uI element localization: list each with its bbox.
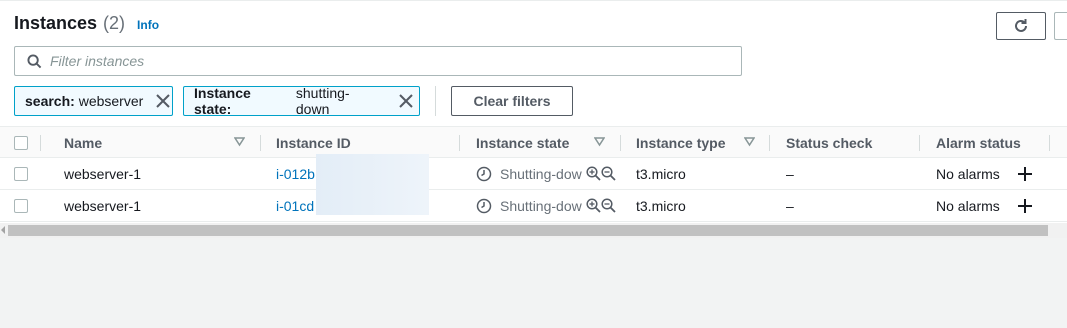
- scroll-left-arrow-icon[interactable]: [1, 226, 5, 234]
- search-input[interactable]: [50, 53, 730, 69]
- select-all-checkbox[interactable]: [14, 135, 28, 150]
- instance-count: (2): [103, 13, 126, 33]
- table-row[interactable]: webserver-1 i-012b Shutting-dow t3.micro…: [0, 158, 1067, 190]
- instances-table: Name Instance ID Instance state Instance…: [0, 126, 1067, 222]
- info-link[interactable]: Info: [137, 18, 159, 32]
- alarm-status: No alarms: [936, 197, 1000, 214]
- column-divider: [919, 135, 920, 151]
- filter-token-instance-state: Instance state: shutting-down: [183, 85, 420, 117]
- column-divider: [769, 135, 770, 151]
- column-header-name[interactable]: Name: [64, 127, 102, 158]
- zoom-out-icon[interactable]: [601, 198, 616, 213]
- instance-state-text: Shutting-dow: [500, 197, 582, 214]
- add-alarm-button[interactable]: [1017, 190, 1033, 221]
- refresh-icon: [1015, 19, 1027, 32]
- search-icon: [27, 53, 42, 68]
- filter-token-value: shutting-down: [295, 85, 350, 117]
- table-row[interactable]: webserver-1 i-01cd Shutting-dow t3.micro…: [0, 190, 1067, 222]
- clock-icon: [476, 166, 492, 181]
- alarm-status: No alarms: [936, 165, 1000, 182]
- row-checkbox[interactable]: [14, 198, 28, 213]
- status-check: –: [786, 165, 794, 182]
- status-check: –: [786, 197, 794, 214]
- sort-caret-icon[interactable]: [234, 136, 245, 147]
- column-header-instance-type[interactable]: Instance type: [636, 127, 725, 158]
- redacted-instance-id-overlay: [316, 154, 429, 215]
- filter-divider: [435, 86, 436, 116]
- filter-token-key: Instance state:: [194, 85, 251, 117]
- refresh-button[interactable]: [996, 12, 1046, 40]
- instance-type: t3.micro: [636, 197, 686, 214]
- horizontal-scrollbar[interactable]: [0, 223, 1067, 238]
- instance-type: t3.micro: [636, 165, 686, 182]
- filter-token-value: webserver: [78, 93, 144, 109]
- add-alarm-button[interactable]: [1017, 158, 1033, 189]
- instance-state-cell: Shutting-dow: [476, 158, 616, 189]
- zoom-in-icon[interactable]: [586, 166, 601, 181]
- remove-filter-button[interactable]: [153, 87, 172, 115]
- search-field[interactable]: [14, 46, 742, 76]
- scrollbar-thumb[interactable]: [8, 225, 1048, 236]
- column-divider: [1049, 135, 1050, 151]
- column-header-status-check[interactable]: Status check: [786, 127, 872, 158]
- clear-filters-button[interactable]: Clear filters: [451, 86, 573, 116]
- row-checkbox-cell: [14, 190, 28, 221]
- row-checkbox-cell: [14, 158, 28, 189]
- column-divider: [459, 135, 460, 151]
- instance-id-link[interactable]: i-012b: [276, 158, 315, 189]
- instance-name: webserver-1: [64, 165, 142, 182]
- panel-header: Instances (2) Info: [14, 13, 159, 34]
- instance-id-link[interactable]: i-01cd: [276, 190, 314, 221]
- column-divider: [40, 135, 41, 151]
- filter-token-search: search: webserver: [14, 86, 173, 116]
- instances-panel: Instances (2) Info search: webserver Ins…: [0, 0, 1067, 238]
- zoom-in-icon[interactable]: [586, 198, 601, 213]
- filter-token-key: search:: [25, 93, 75, 109]
- sort-caret-icon[interactable]: [594, 136, 605, 147]
- zoom-out-icon[interactable]: [601, 166, 616, 181]
- clock-icon: [476, 198, 492, 213]
- instance-name: webserver-1: [64, 197, 142, 214]
- select-all-checkbox-cell: [14, 127, 28, 158]
- row-checkbox[interactable]: [14, 166, 28, 181]
- column-header-instance-state[interactable]: Instance state: [476, 127, 569, 158]
- column-divider: [620, 135, 621, 151]
- plus-icon: [1018, 198, 1032, 213]
- column-divider: [260, 135, 261, 151]
- instance-state-cell: Shutting-dow: [476, 190, 616, 221]
- sort-caret-icon[interactable]: [744, 136, 755, 147]
- close-icon: [399, 94, 413, 108]
- plus-icon: [1018, 166, 1032, 181]
- page-title: Instances: [14, 13, 98, 33]
- instance-state-text: Shutting-dow: [500, 165, 582, 182]
- instance-state-button[interactable]: [1054, 12, 1067, 40]
- close-icon: [155, 94, 170, 108]
- remove-filter-button[interactable]: [393, 87, 419, 115]
- table-header-row: Name Instance ID Instance state Instance…: [0, 126, 1067, 158]
- column-header-alarm-status[interactable]: Alarm status: [936, 127, 1021, 158]
